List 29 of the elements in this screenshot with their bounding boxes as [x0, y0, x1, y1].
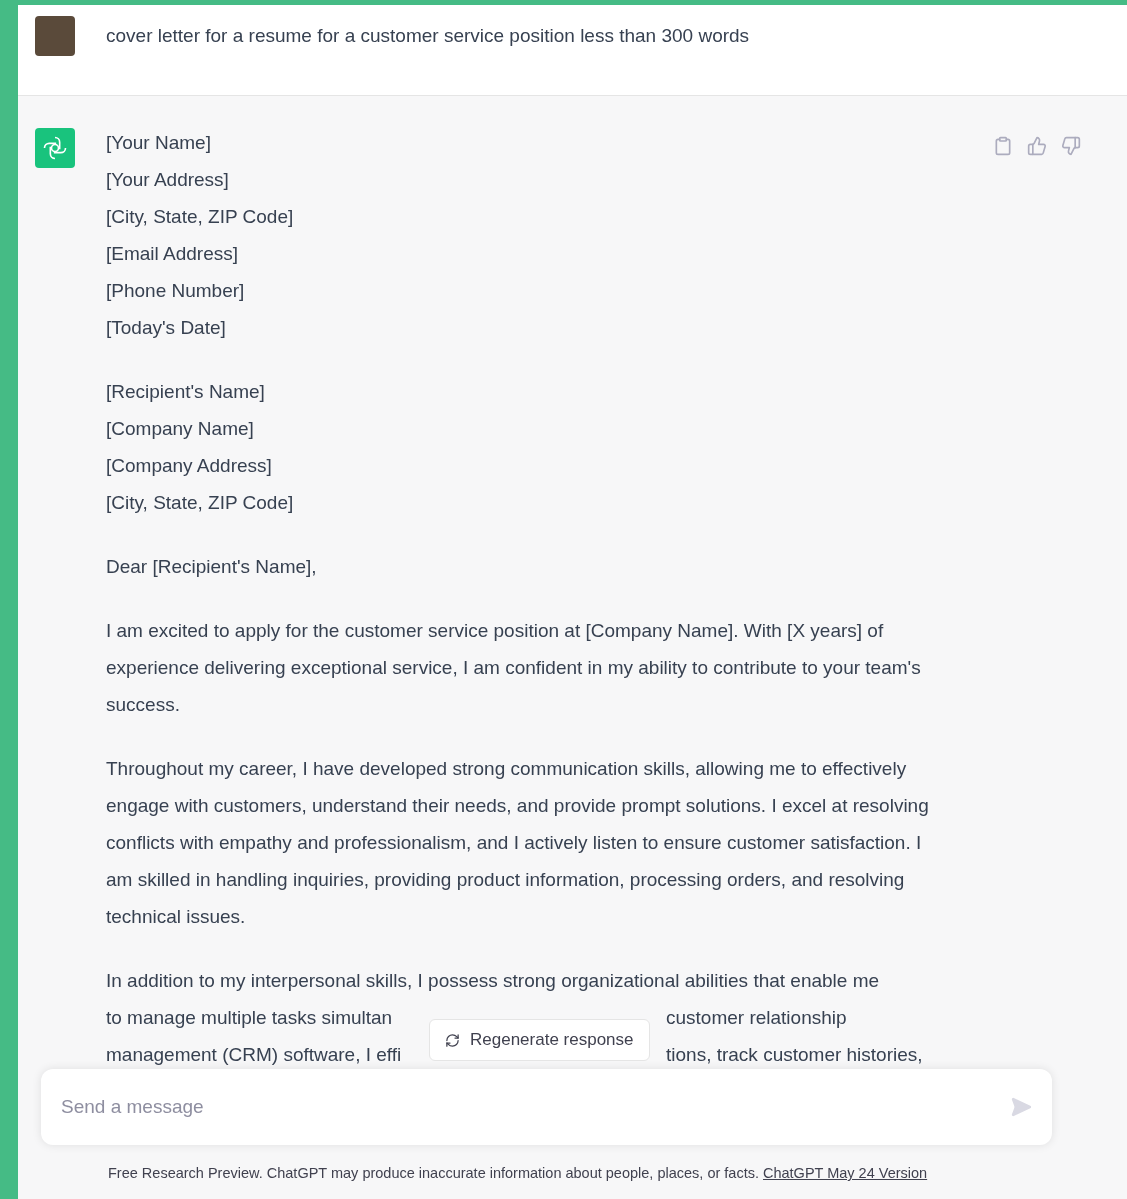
letter-text-fragment: to manage multiple tasks simultan — [106, 1007, 393, 1028]
refresh-icon — [445, 1032, 460, 1048]
disclaimer-text: Free Research Preview. ChatGPT may produce inaccurate information about people, places, or facts. — [108, 1165, 759, 1181]
address-line: [Today's Date] — [106, 316, 227, 340]
recipient-line: [Company Name] — [106, 417, 255, 441]
regenerate-response-button[interactable]: Regenerate response — [429, 1019, 650, 1061]
letter-text-fragment: tions, track customer histories, — [666, 1043, 923, 1067]
copy-icon[interactable] — [993, 136, 1013, 156]
letter-text-fragment: management (CRM) software, I effi — [106, 1044, 402, 1065]
thumbs-down-icon[interactable] — [1061, 136, 1081, 156]
recipient-line: [Recipient's Name] — [106, 380, 266, 404]
letter-text-fragment: customer relationship — [666, 1006, 847, 1030]
thumbs-up-icon[interactable] — [1027, 136, 1047, 156]
version-link[interactable]: ChatGPT May 24 Version — [763, 1165, 928, 1181]
address-line: [Phone Number] — [106, 279, 246, 303]
send-icon[interactable] — [1010, 1096, 1032, 1118]
letter-paragraph: Throughout my career, I have developed strong communication skills, allowing me to effectively engage with customers, understand their needs, and provide prompt solutions. I excel at resolving conflicts with empathy and professionalism, and I actively listen to ensure customer satisfaction. I am skilled in handling inquiries, providing product information, processing orders, and resolving technical issues. — [106, 757, 930, 929]
prompt-text: cover letter for a resume for a customer service position less than 300 words — [106, 24, 750, 48]
address-line: [Your Address] — [106, 168, 230, 192]
recipient-line: [City, State, ZIP Code] — [106, 491, 295, 515]
recipient-line: [Company Address] — [106, 454, 273, 478]
letter-paragraph: I am excited to apply for the customer service position at [Company Name]. With [X years] of experience delivering exceptional service, I am confident in my ability to contribute to your team's success. — [106, 619, 922, 717]
address-line: [Your Name] — [106, 131, 212, 155]
address-line: [City, State, ZIP Code] — [106, 205, 295, 229]
avatar-photo-placeholder — [35, 16, 75, 56]
salutation-text: Dear [Recipient's Name], — [106, 555, 318, 579]
assistant-logo-icon — [35, 128, 75, 168]
address-line: [Email Address] — [106, 242, 239, 266]
letter-paragraph-line: In addition to my interpersonal skills, I possess strong organizational abilities that enable me — [106, 969, 881, 993]
